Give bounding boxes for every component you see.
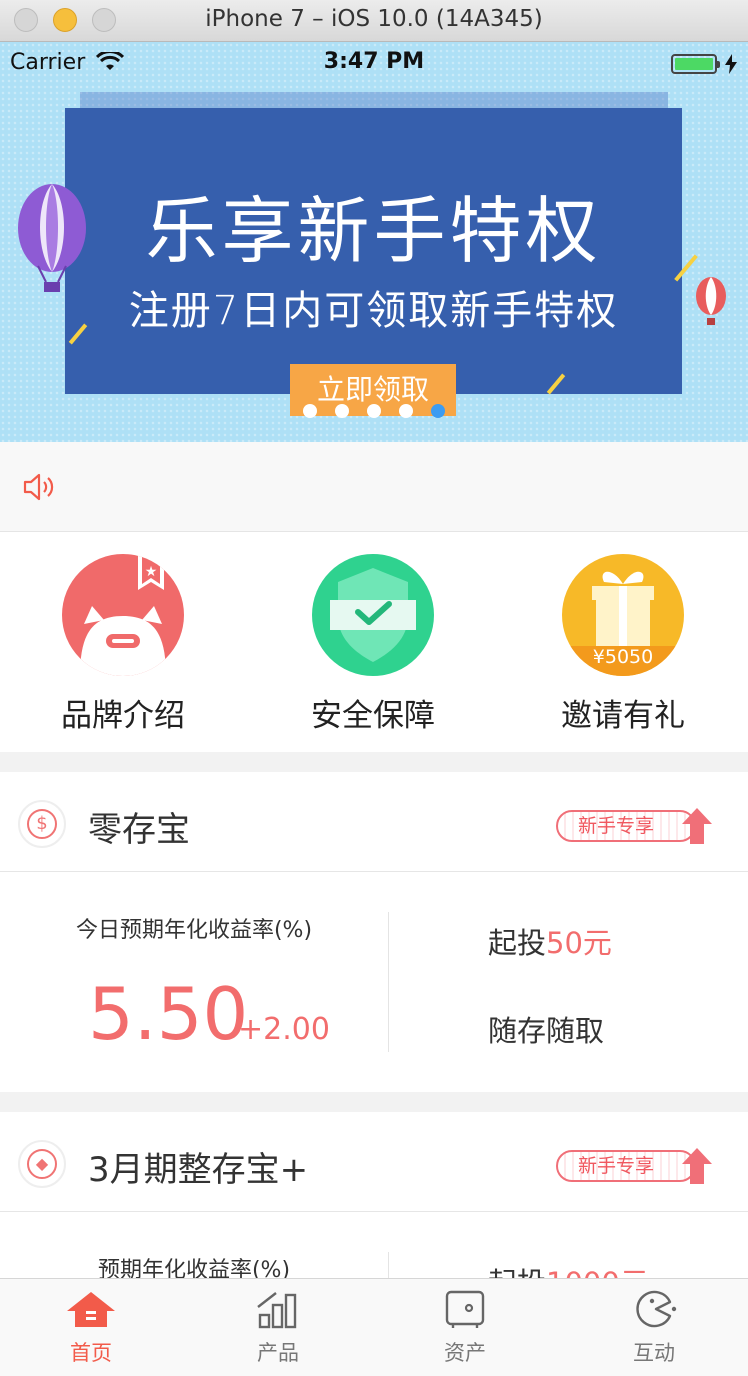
status-time: 3:47 PM xyxy=(323,49,425,74)
banner-title: 乐享新手特权 xyxy=(145,189,602,273)
menu-label: 邀请有礼 xyxy=(561,698,685,734)
tab-interact[interactable]: 互动 xyxy=(594,1289,714,1367)
bar-chart-icon xyxy=(257,1292,297,1329)
pig-bookmark-icon: ★ xyxy=(62,554,184,676)
simulator-titlebar: iPhone 7 – iOS 10.0 (14A345) xyxy=(0,0,748,42)
promo-banner[interactable]: 乐享新手特权 注册7日内可领取新手特权 立即领取 xyxy=(0,42,748,442)
product-card[interactable]: $ 零存宝 新手专享 今日预期年化收益率(%) 5.50 +2.00 起投50元… xyxy=(0,772,748,1092)
tab-bar: 首页 产品 资产 互动 xyxy=(0,1278,748,1376)
divider xyxy=(388,1252,389,1278)
shield-check-icon xyxy=(312,554,434,676)
page-dot[interactable] xyxy=(367,404,381,418)
arrow-up-icon xyxy=(682,1148,712,1184)
arrow-up-icon xyxy=(682,808,712,844)
product-feature: 随存随取 xyxy=(488,1014,605,1048)
banner-panel: 乐享新手特权 注册7日内可领取新手特权 xyxy=(65,108,682,394)
newbie-tag: 新手专享 xyxy=(540,806,712,846)
tab-label: 互动 xyxy=(633,1341,675,1365)
tab-products[interactable]: 产品 xyxy=(218,1289,338,1367)
page-dot[interactable] xyxy=(303,404,317,418)
tab-label: 资产 xyxy=(444,1341,486,1365)
banner-page-indicator[interactable] xyxy=(0,404,748,418)
diamond-icon: ◆ xyxy=(18,1140,66,1188)
tab-assets[interactable]: 资产 xyxy=(405,1289,525,1367)
banner-subtitle: 注册7日内可领取新手特权 xyxy=(128,288,619,334)
rate-bonus: +2.00 xyxy=(238,1012,330,1047)
invite-badge: ¥5050 xyxy=(592,646,654,668)
menu-item-invite[interactable]: ¥5050 邀请有礼 xyxy=(523,554,723,735)
min-invest-amount: 50元 xyxy=(546,926,612,960)
menu-item-brand[interactable]: ★ 品牌介绍 xyxy=(23,554,223,735)
menu-label: 品牌介绍 xyxy=(61,698,185,734)
menu-item-security[interactable]: 安全保障 xyxy=(273,554,473,735)
page-dot[interactable] xyxy=(399,404,413,418)
svg-text:★: ★ xyxy=(145,564,158,580)
newbie-tag-label: 新手专享 xyxy=(556,1150,696,1182)
announcement-bar[interactable] xyxy=(0,442,748,532)
gift-box-icon: ¥5050 xyxy=(562,554,684,676)
product-card-header: ◆ 3月期整存宝+ 新手专享 xyxy=(0,1112,748,1212)
hot-air-balloon-icon xyxy=(18,184,86,292)
safe-icon xyxy=(445,1290,485,1328)
speaker-icon xyxy=(23,473,54,501)
small-balloon-icon xyxy=(696,277,726,325)
product-name: 零存宝 xyxy=(88,810,190,850)
menu-label: 安全保障 xyxy=(311,698,435,734)
divider xyxy=(388,912,389,1052)
rate-value: 5.50 xyxy=(88,972,249,1056)
min-invest-prefix: 起投 xyxy=(488,926,547,960)
feature-menu: ★ 品牌介绍 安全保障 ¥5050 邀请有礼 xyxy=(0,532,748,752)
home-icon xyxy=(67,1292,115,1327)
tab-label: 首页 xyxy=(70,1341,112,1365)
rate-column: 今日预期年化收益率(%) xyxy=(0,912,388,944)
tab-home[interactable]: 首页 xyxy=(31,1289,151,1367)
page-dot-active[interactable] xyxy=(431,404,445,418)
min-invest: 起投50元 xyxy=(488,920,612,962)
status-bar: Carrier 3:47 PM xyxy=(0,42,748,84)
product-card-header: $ 零存宝 新手专享 xyxy=(0,772,748,872)
newbie-tag-label: 新手专享 xyxy=(556,810,696,842)
newbie-tag: 新手专享 xyxy=(540,1146,712,1186)
product-card[interactable]: ◆ 3月期整存宝+ 新手专享 预期年化收益率(%) 起投1000元 xyxy=(0,1112,748,1300)
charging-bolt-icon xyxy=(725,54,737,74)
product-name: 3月期整存宝+ xyxy=(88,1150,309,1190)
page-dot[interactable] xyxy=(335,404,349,418)
dollar-coin-icon: $ xyxy=(18,800,66,848)
rate-label: 今日预期年化收益率(%) xyxy=(75,918,313,943)
battery-icon xyxy=(671,54,720,74)
tab-label: 产品 xyxy=(257,1341,299,1365)
chat-pacman-icon xyxy=(636,1290,677,1328)
simulator-title: iPhone 7 – iOS 10.0 (14A345) xyxy=(205,6,543,32)
